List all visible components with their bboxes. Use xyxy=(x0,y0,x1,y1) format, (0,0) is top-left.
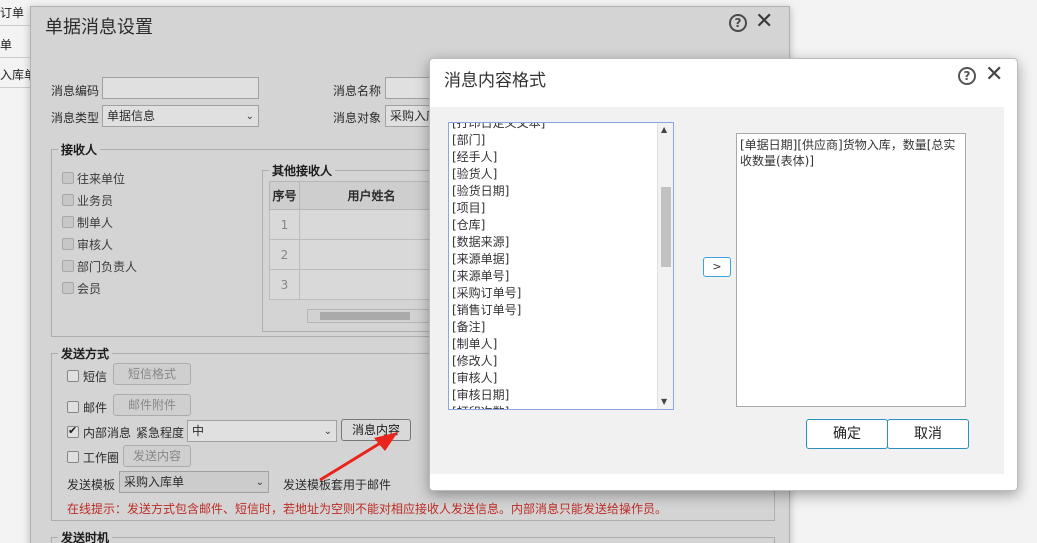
field-list-item[interactable]: [审核日期] xyxy=(449,387,673,404)
field-list-item[interactable]: [部门] xyxy=(449,132,673,149)
scroll-down-icon[interactable]: ▼ xyxy=(661,397,667,406)
field-list-item[interactable]: [备注] xyxy=(449,319,673,336)
field-list-item[interactable]: [验货日期] xyxy=(449,183,673,200)
field-list-item[interactable]: [项目] xyxy=(449,200,673,217)
field-list-item[interactable]: [采购订单号] xyxy=(449,285,673,302)
close-icon[interactable]: ✕ xyxy=(985,64,1003,86)
dialog-body: [打印日定义文本] [部门] [经手人] [验货人] [验货日期] [项目] [仓库] [数据… xyxy=(430,107,1004,474)
field-list-item[interactable]: [仓库] xyxy=(449,217,673,234)
field-list-item[interactable]: [来源单据] xyxy=(449,251,673,268)
vertical-scrollbar[interactable]: ▲ ▼ xyxy=(657,123,673,409)
arrow-line xyxy=(319,440,383,482)
scroll-up-icon[interactable]: ▲ xyxy=(661,125,667,134)
ok-button[interactable]: 确定 xyxy=(806,419,888,449)
field-list-item[interactable]: [打印日定义文本] xyxy=(449,123,673,132)
field-list-item[interactable]: [打印次数] xyxy=(449,404,673,409)
field-list-item[interactable]: [经手人] xyxy=(449,149,673,166)
content-textarea[interactable]: [单据日期][供应商]货物入库，数量[总实收数量(表体)] xyxy=(736,133,966,407)
cancel-button[interactable]: 取消 xyxy=(887,419,969,449)
scrollbar-thumb[interactable] xyxy=(661,187,671,267)
field-list-item[interactable]: [来源单号] xyxy=(449,268,673,285)
help-circle-icon[interactable]: ? xyxy=(958,67,976,85)
annotation-arrow xyxy=(319,432,398,482)
field-list-item[interactable]: [修改人] xyxy=(449,353,673,370)
arrow-head xyxy=(374,432,398,451)
field-list-item[interactable]: [审核人] xyxy=(449,370,673,387)
dialog-title: 消息内容格式 xyxy=(444,71,546,91)
insert-field-button[interactable]: > xyxy=(703,257,731,277)
field-list-item[interactable]: [验货人] xyxy=(449,166,673,183)
field-list-item[interactable]: [数据来源] xyxy=(449,234,673,251)
message-content-format-dialog: 消息内容格式 ? ✕ [打印日定义文本] [部门] [经手人] [验货人] [验货日期]… xyxy=(429,58,1018,491)
field-listbox[interactable]: [打印日定义文本] [部门] [经手人] [验货人] [验货日期] [项目] [仓库] [数据… xyxy=(448,122,674,410)
field-list-item[interactable]: [销售订单号] xyxy=(449,302,673,319)
field-list-item[interactable]: [制单人] xyxy=(449,336,673,353)
